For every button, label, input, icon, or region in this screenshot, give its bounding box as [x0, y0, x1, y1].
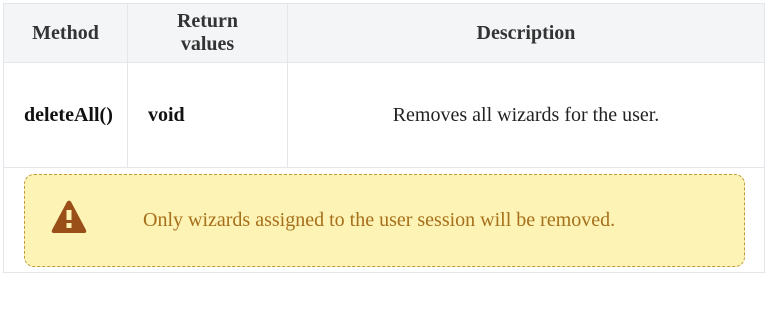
warning-callout: Only wizards assigned to the user sessio…: [24, 173, 745, 267]
warning-text: Only wizards assigned to the user sessio…: [143, 208, 616, 231]
table-header: Method Return values Description: [3, 3, 765, 63]
warning-triangle-icon: [51, 200, 87, 233]
note-cell: Only wizards assigned to the user sessio…: [3, 167, 765, 273]
return-value-cell: void: [127, 62, 288, 168]
table-row: deleteAll() void Removes all wizards for…: [3, 62, 765, 168]
description-cell: Removes all wizards for the user.: [287, 62, 765, 168]
method-cell: deleteAll(): [3, 62, 128, 168]
header-row: Method Return values Description: [3, 3, 765, 63]
header-return-values: Return values: [127, 3, 288, 63]
header-description: Description: [287, 3, 765, 63]
api-method-table: Method Return values Description deleteA…: [3, 3, 765, 273]
header-method: Method: [3, 3, 128, 63]
note-row: Only wizards assigned to the user sessio…: [3, 167, 765, 273]
